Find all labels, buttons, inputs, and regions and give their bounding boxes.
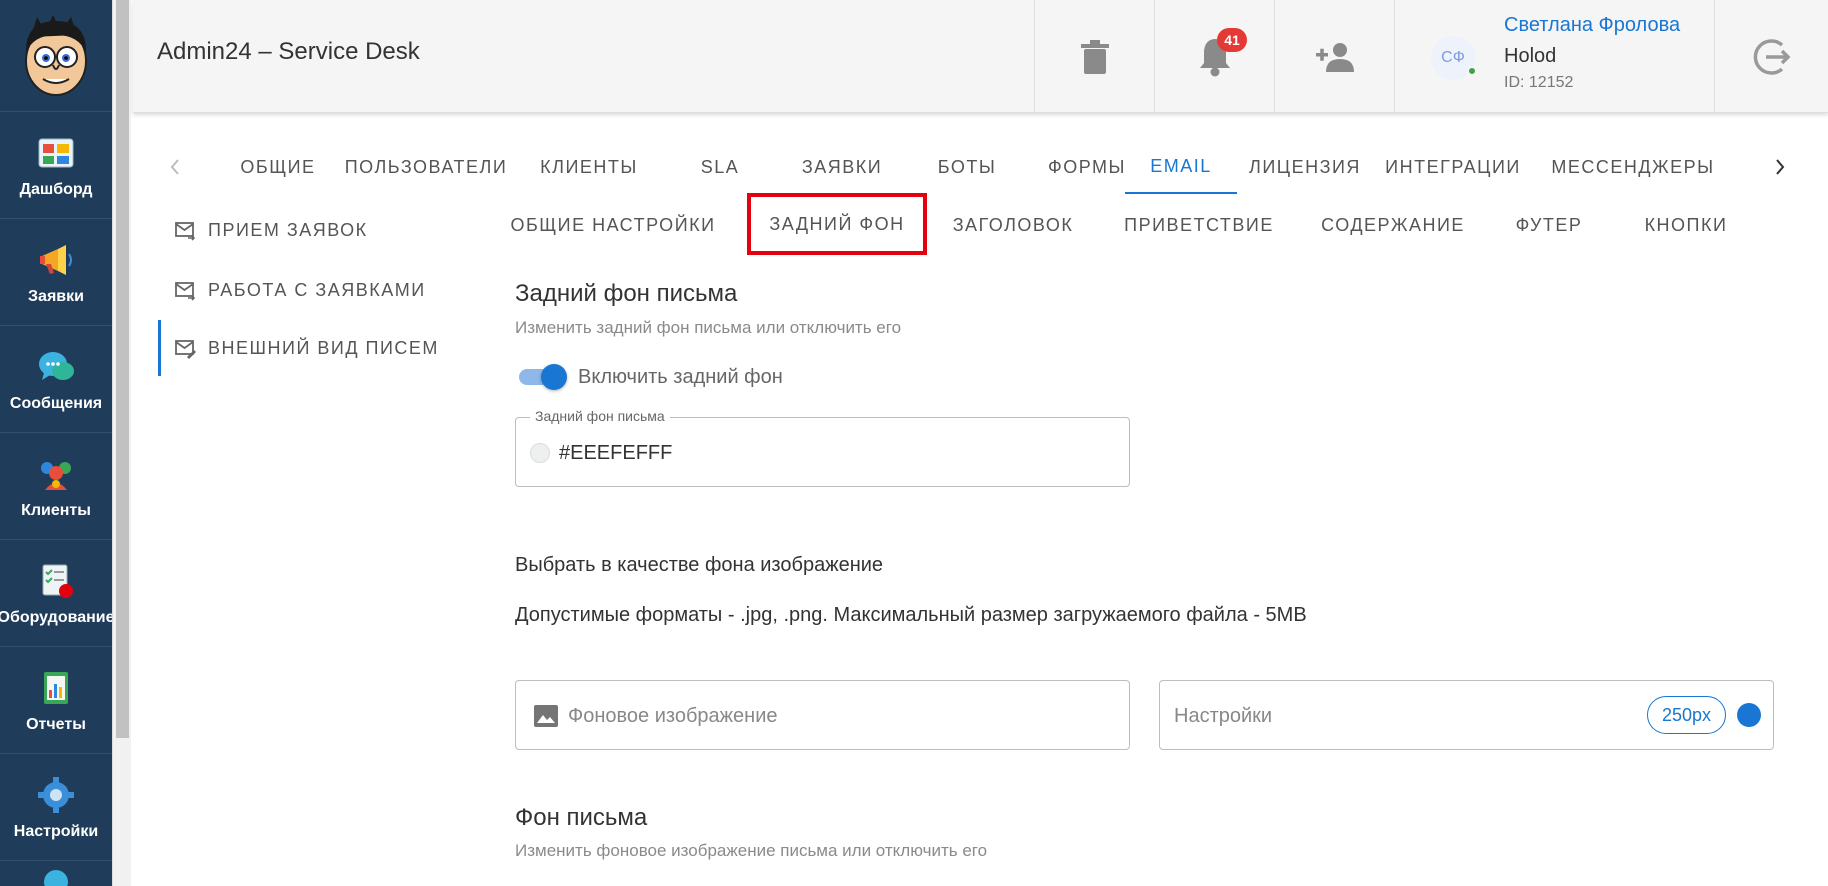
chevron-left-icon [170, 159, 179, 175]
equipment-checklist-icon [42, 564, 73, 598]
mail-arrow-icon [175, 222, 196, 241]
main-sidebar: Дашборд Заявки Сообщения Клиенты Оборудо… [0, 0, 115, 886]
section-subtitle-background: Изменить задний фон письма или отключить… [515, 318, 902, 337]
section-label: ВНЕШНИЙ ВИД ПИСЕМ [208, 337, 439, 358]
megaphone-icon [40, 244, 72, 275]
sidebar-item-reports[interactable]: Отчеты [0, 648, 112, 754]
sidebar-item-messages[interactable]: Сообщения [0, 327, 112, 433]
subtab-greeting[interactable]: ПРИВЕТСТВИЕ [1117, 200, 1281, 250]
mail-edit-icon [175, 340, 196, 359]
clients-icon [41, 461, 71, 490]
app-root: Дашборд Заявки Сообщения Клиенты Оборудо… [0, 0, 1828, 886]
sidebar-item-label: Заявки [28, 287, 84, 305]
sidebar-item-tickets[interactable]: Заявки [0, 220, 112, 326]
sidebar-scrollbar[interactable] [112, 0, 131, 886]
notification-count-badge: 41 [1217, 28, 1247, 52]
sidebar-item-label: Сообщения [9, 394, 103, 412]
user-profile-block[interactable]: СФ Светлана Фролова Holod ID: 12152 [1394, 0, 1714, 113]
color-swatch[interactable] [530, 443, 550, 463]
background-image-field[interactable]: Фоновое изображение [515, 680, 1130, 750]
image-formats-note: Допустимые форматы - .jpg, .png. Максима… [515, 604, 1307, 626]
sidebar-item-label: Отчеты [26, 715, 86, 733]
avatar-logo[interactable] [0, 0, 112, 112]
subtab-footer[interactable]: ФУТЕР [1506, 200, 1592, 250]
tab-integrations[interactable]: ИНТЕГРАЦИИ [1378, 140, 1528, 194]
app-title: Admin24 – Service Desk [157, 38, 420, 65]
field-legend: Задний фон письма [530, 408, 670, 424]
subtab-general-settings[interactable]: ОБЩИЕ НАСТРОЙКИ [506, 200, 720, 250]
section-ticket-intake[interactable]: ПРИЕМ ЗАЯВОК [158, 202, 458, 258]
subtab-content[interactable]: СОДЕРЖАНИЕ [1318, 200, 1468, 250]
tab-email[interactable]: EMAIL [1125, 140, 1237, 194]
chevron-right-icon [1776, 159, 1785, 175]
scrollbar-thumb[interactable] [116, 0, 129, 738]
section-title-letter-background: Фон письма [515, 804, 648, 831]
tab-license[interactable]: ЛИЦЕНЗИЯ [1237, 140, 1373, 194]
user-org: Holod [1504, 45, 1557, 67]
subtab-header[interactable]: ЗАГОЛОВОК [945, 200, 1081, 250]
add-user-button[interactable] [1274, 0, 1394, 113]
tabs-scroll-right[interactable] [1764, 151, 1796, 183]
settings-tabs: ОБЩИЕ ПОЛЬЗОВАТЕЛИ КЛИЕНТЫ SLA ЗАЯВКИ БО… [168, 140, 1798, 194]
tab-clients[interactable]: КЛИЕНТЫ [518, 140, 660, 194]
sidebar-item-label: Настройки [13, 822, 99, 840]
sidebar-item-label: Клиенты [21, 501, 91, 519]
trash-button[interactable] [1034, 0, 1154, 113]
tabs-scroll-left[interactable] [159, 151, 191, 183]
logout-button[interactable] [1714, 0, 1828, 113]
toggle-thumb [541, 364, 567, 390]
subtab-background[interactable]: ЗАДНИЙ ФОН [747, 193, 927, 255]
tab-sla[interactable]: SLA [670, 140, 770, 194]
sidebar-item-settings[interactable]: Настройки [0, 755, 112, 861]
background-color-field[interactable]: Задний фон письма #EEEFEFFF [515, 408, 1130, 487]
background-color-value: #EEEFEFFF [559, 442, 673, 464]
section-label: ПРИЕМ ЗАЯВОК [208, 219, 368, 240]
section-label: РАБОТА С ЗАЯВКАМИ [208, 279, 426, 300]
background-toggle-label: Включить задний фон [578, 366, 783, 388]
chat-bubbles-icon [39, 351, 74, 380]
tab-users[interactable]: ПОЛЬЗОВАТЕЛИ [344, 140, 508, 194]
cartoon-face-icon [25, 14, 87, 96]
settings-color-dot[interactable] [1737, 703, 1761, 727]
subtab-buttons[interactable]: КНОПКИ [1636, 200, 1736, 250]
sidebar-item-equipment[interactable]: Оборудование [0, 541, 115, 647]
image-settings-placeholder: Настройки [1174, 705, 1273, 727]
dashboard-icon [38, 138, 74, 167]
tab-tickets[interactable]: ЗАЯВКИ [780, 140, 904, 194]
sidebar-item-label: Дашборд [19, 180, 93, 198]
sidebar-item-clients[interactable]: Клиенты [0, 434, 112, 540]
background-image-placeholder: Фоновое изображение [568, 705, 778, 727]
section-ticket-work[interactable]: РАБОТА С ЗАЯВКАМИ [158, 262, 458, 318]
online-status-dot [1467, 66, 1477, 76]
user-id: ID: 12152 [1504, 74, 1574, 91]
sidebar-item-label: Оборудование [0, 608, 115, 626]
section-email-appearance[interactable]: ВНЕШНИЙ ВИД ПИСЕМ [158, 320, 458, 376]
tab-messengers[interactable]: МЕССЕНДЖЕРЫ [1536, 140, 1730, 194]
size-chip[interactable]: 250px [1647, 696, 1727, 734]
add-user-icon [1315, 42, 1354, 72]
mail-forward-icon [175, 282, 196, 301]
gear-icon [38, 776, 74, 813]
logout-icon [1753, 38, 1790, 75]
background-toggle[interactable] [519, 364, 567, 390]
reports-chart-icon [44, 671, 68, 704]
notifications-button[interactable]: 41 [1154, 0, 1274, 113]
image-icon [534, 705, 558, 727]
sidebar-item-dashboard[interactable]: Дашборд [0, 113, 112, 219]
trash-icon [1080, 39, 1109, 74]
partial-icon [44, 870, 68, 886]
tab-general[interactable]: ОБЩИЕ [222, 140, 334, 194]
user-name[interactable]: Светлана Фролова [1504, 14, 1680, 37]
image-settings-field[interactable]: Настройки 250px [1159, 680, 1774, 750]
sidebar-item-more[interactable] [0, 862, 112, 886]
tab-bots[interactable]: БОТЫ [914, 140, 1020, 194]
top-header: Admin24 – Service Desk 41 СФ Светлана Фр… [133, 0, 1828, 113]
image-section-title: Выбрать в качестве фона изображение [515, 554, 884, 576]
section-title-background: Задний фон письма [515, 280, 738, 307]
section-subtitle-letter-background: Изменить фоновое изображение письма или … [515, 841, 988, 860]
